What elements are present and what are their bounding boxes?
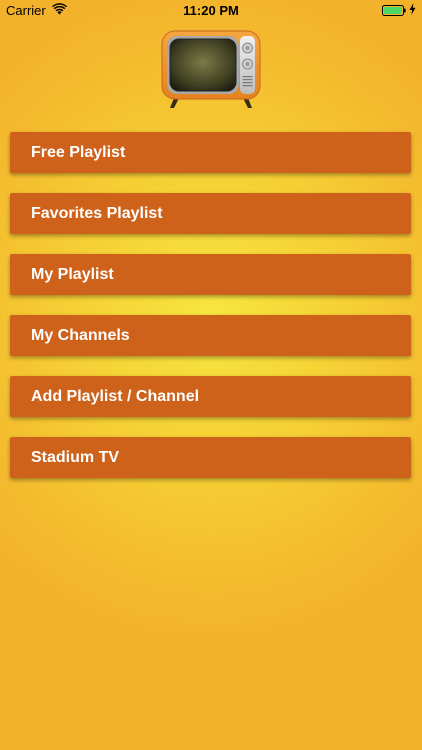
free-playlist-button[interactable]: Free Playlist xyxy=(10,132,411,173)
stadium-tv-button[interactable]: Stadium TV xyxy=(10,437,411,478)
my-channels-button[interactable]: My Channels xyxy=(10,315,411,356)
status-bar: Carrier 11:20 PM xyxy=(0,0,422,22)
retro-tv-icon xyxy=(160,28,262,110)
add-playlist-channel-button[interactable]: Add Playlist / Channel xyxy=(10,376,411,417)
favorites-playlist-button[interactable]: Favorites Playlist xyxy=(10,193,411,234)
my-playlist-button[interactable]: My Playlist xyxy=(10,254,411,295)
charging-bolt-icon xyxy=(409,3,416,18)
battery-icon xyxy=(382,4,406,16)
main-menu: Free Playlist Favorites Playlist My Play… xyxy=(10,132,411,498)
status-time: 11:20 PM xyxy=(183,3,239,18)
